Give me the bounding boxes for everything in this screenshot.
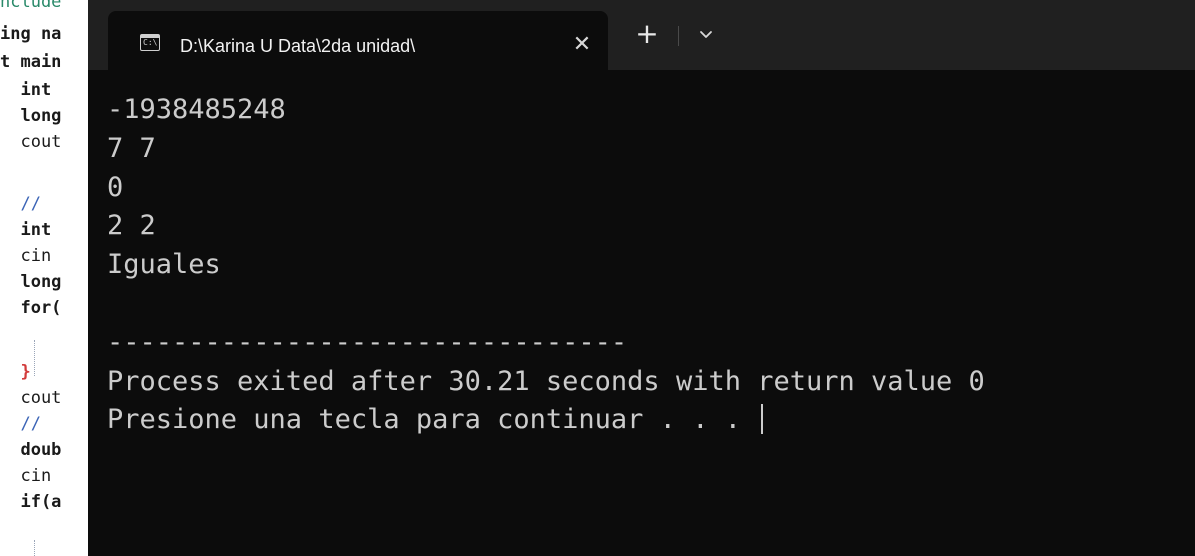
output-line: 0 — [107, 171, 124, 203]
chevron-down-icon[interactable] — [696, 24, 716, 44]
terminal-titlebar: C:\ D:\Karina U Data\2da unidad\ ✕ + — [88, 0, 1195, 70]
continue-prompt: Presione una tecla para continuar . . . — [107, 404, 758, 436]
close-tab-icon[interactable]: ✕ — [568, 31, 596, 59]
code-line: } — [0, 362, 31, 382]
code-line: cout — [0, 132, 62, 152]
fold-guide — [34, 340, 35, 376]
text-cursor — [761, 404, 764, 435]
code-line: cin — [0, 246, 62, 266]
console-icon-label: C:\ — [143, 38, 158, 47]
terminal-tab[interactable]: C:\ D:\Karina U Data\2da unidad\ ✕ — [108, 11, 608, 70]
output-separator: -------------------------------- — [107, 326, 628, 358]
console-output[interactable]: -1938485248 7 7 0 2 2 Iguales ----------… — [107, 91, 1187, 440]
code-line: // — [0, 194, 41, 214]
code-line: int — [0, 220, 62, 240]
code-line: t main — [0, 52, 62, 72]
code-line: ing na — [0, 24, 62, 44]
code-line: // — [0, 414, 41, 434]
code-line: long — [0, 106, 62, 126]
code-line: long — [0, 272, 62, 292]
output-line: 7 7 — [107, 132, 156, 164]
tab-title: D:\Karina U Data\2da unidad\ — [180, 36, 416, 56]
output-line: -1938485248 — [107, 94, 286, 125]
titlebar-divider — [678, 26, 679, 46]
code-line: for( — [0, 298, 62, 318]
terminal-window[interactable]: C:\ D:\Karina U Data\2da unidad\ ✕ + -19… — [88, 0, 1195, 556]
fold-guide — [34, 540, 35, 556]
process-exit-message: Process exited after 30.21 seconds with … — [107, 365, 985, 397]
console-icon: C:\ — [140, 34, 160, 51]
new-tab-button[interactable]: + — [633, 20, 661, 50]
code-line: nclude — [0, 0, 62, 12]
code-line: int — [0, 80, 62, 100]
code-editor-background: nclude ing na t main int long cout // int … — [0, 0, 92, 556]
output-line: 2 2 — [107, 210, 156, 242]
code-line: if(a — [0, 492, 62, 512]
code-line: doub — [0, 440, 62, 460]
code-line: cout — [0, 388, 62, 408]
output-line: Iguales — [107, 249, 221, 281]
code-line: cin — [0, 466, 62, 486]
continue-prompt-line: Presione una tecla para continuar . . . — [107, 401, 1187, 440]
